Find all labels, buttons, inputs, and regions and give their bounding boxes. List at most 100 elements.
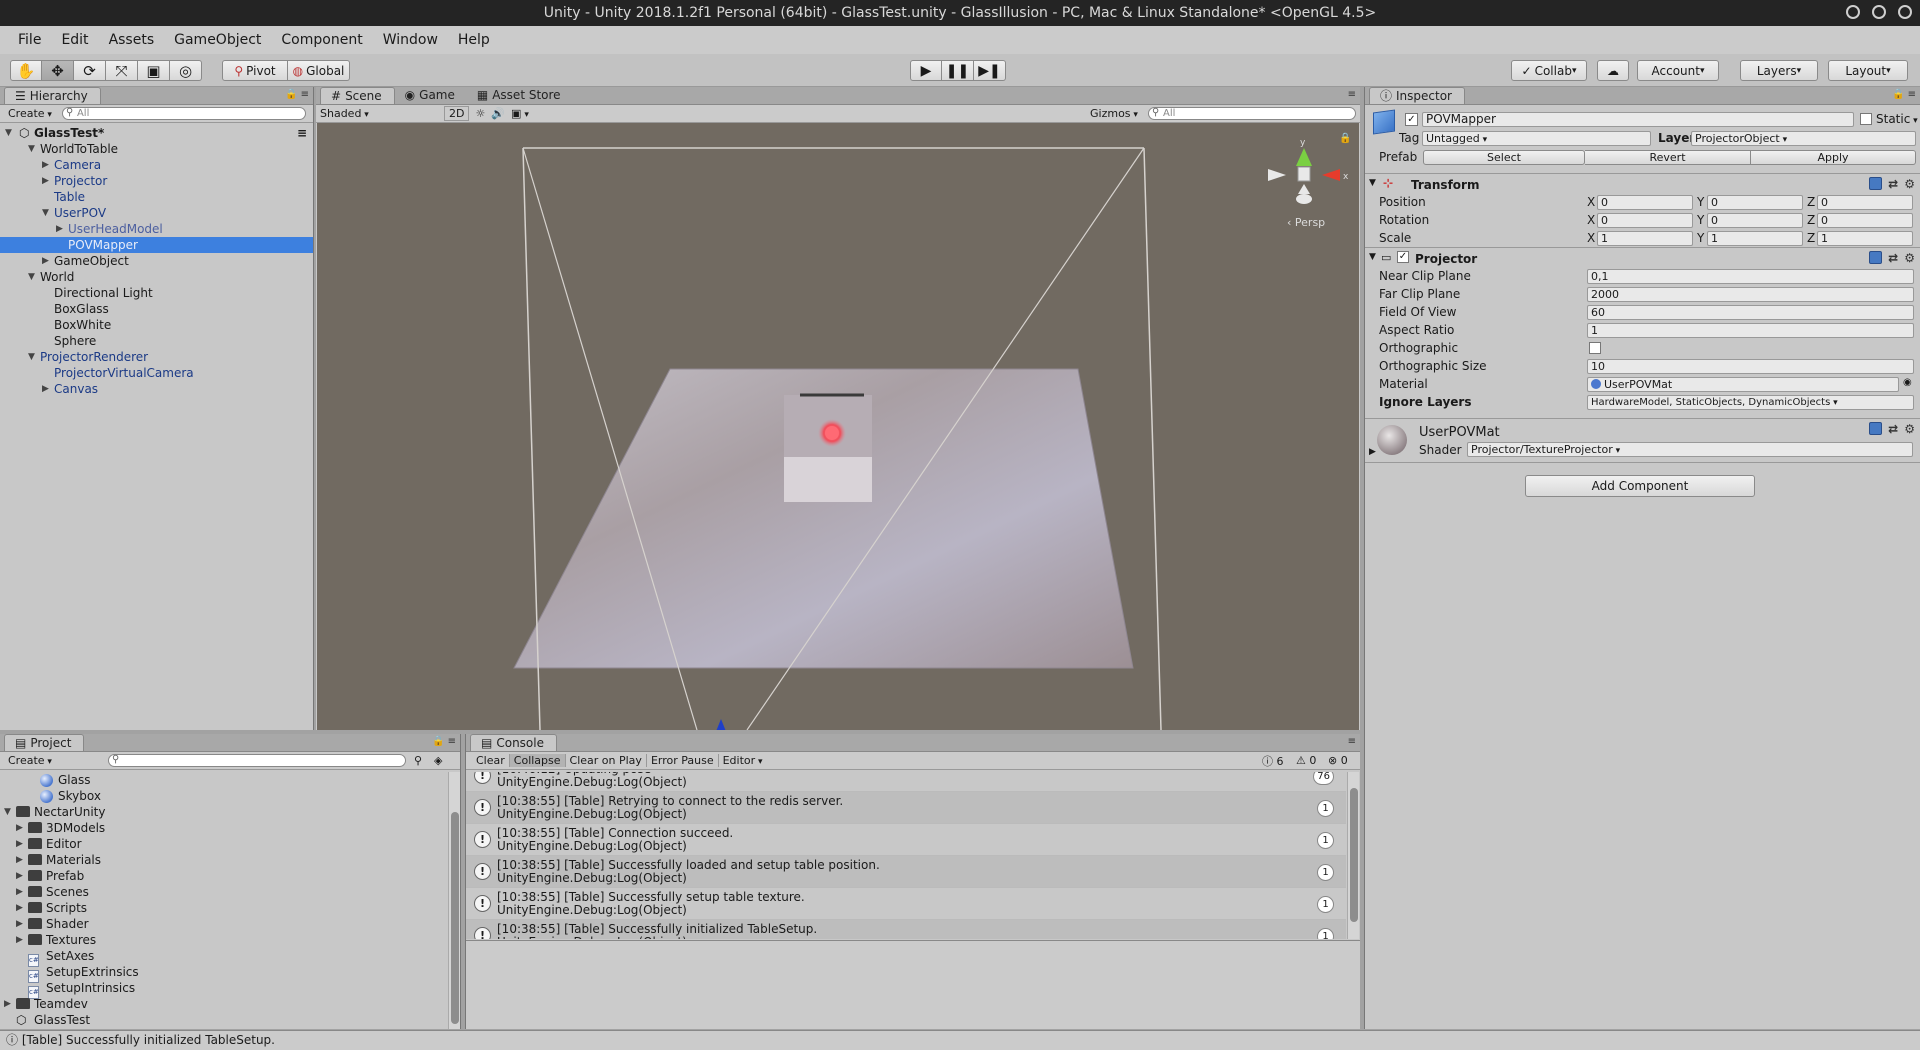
menu-component[interactable]: Component <box>271 32 372 48</box>
collapse-arrow-icon[interactable]: ▶ <box>16 916 23 932</box>
tab-console[interactable]: ▤ Console <box>470 734 557 751</box>
panel-menu-icon[interactable]: 🔒 ≡ <box>285 89 309 100</box>
info-filter-toggle[interactable]: ⓘ 6 <box>1262 753 1284 769</box>
error-filter-toggle[interactable]: ⊗ 0 <box>1328 754 1348 767</box>
console-entry[interactable]: ! [10:38:55] [Table] Successfully setup t… <box>466 888 1346 920</box>
error-pause-button[interactable]: Error Pause <box>647 754 719 767</box>
hierarchy-item[interactable]: ▶ Camera <box>0 157 313 173</box>
hierarchy-item[interactable]: ▶ UserHeadModel <box>0 221 313 237</box>
gizmos-dropdown[interactable]: Gizmos <box>1090 107 1138 120</box>
hierarchy-item[interactable]: Table <box>0 189 313 205</box>
tab-scene[interactable]: # Scene <box>320 87 395 104</box>
settings-gear-icon[interactable]: ⚙ <box>1904 177 1915 191</box>
hierarchy-item[interactable]: ▶ Projector <box>0 173 313 189</box>
filter-label-icon[interactable]: ◈ <box>434 754 442 767</box>
cloud-button[interactable]: ☁ <box>1597 60 1629 81</box>
panel-menu-icon[interactable]: ≡ <box>1348 89 1356 100</box>
collab-dropdown[interactable]: ✓ Collab <box>1511 60 1587 81</box>
object-name-field[interactable]: POVMapper <box>1422 112 1854 127</box>
scene-viewport[interactable]: y x ‹ Persp 🔒 <box>317 123 1359 730</box>
console-entry[interactable]: ! [10:38:55] [Table] Retrying to connect … <box>466 792 1346 824</box>
project-item[interactable]: ⬡ GlassTest <box>0 1012 450 1028</box>
filter-type-icon[interactable]: ⚲ <box>414 754 422 767</box>
console-entry[interactable]: ! [10:38:55] [Table] Successfully initial… <box>466 920 1346 939</box>
console-scrollbar[interactable] <box>1347 772 1359 939</box>
console-entry[interactable]: ![10:46:12] Updating poseUnityEngine.Deb… <box>466 772 1346 792</box>
near-clip-field[interactable]: 0,1 <box>1587 269 1914 284</box>
prefab-apply-button[interactable]: Apply <box>1751 150 1916 165</box>
project-item[interactable]: c# SetupExtrinsics <box>0 964 450 983</box>
panel-menu-icon[interactable]: ≡ <box>1348 736 1356 747</box>
expand-icon[interactable]: ▶ <box>1369 447 1376 457</box>
scale-field[interactable]: 1 <box>1597 231 1693 246</box>
layout-dropdown[interactable]: Layout <box>1828 60 1908 81</box>
collapse-arrow-icon[interactable]: ▶ <box>42 381 49 397</box>
persp-label[interactable]: ‹ Persp <box>1287 216 1325 229</box>
project-item[interactable]: ▶ Materials <box>0 852 450 868</box>
collapse-arrow-icon[interactable]: ▶ <box>4 996 11 1012</box>
project-item[interactable]: ▼ NectarUnity <box>0 804 450 820</box>
project-scrollbar[interactable] <box>448 772 460 1029</box>
warning-filter-toggle[interactable]: ⚠ 0 <box>1296 754 1316 767</box>
panel-menu-icon[interactable]: 🔒 ≡ <box>1892 89 1916 100</box>
project-item[interactable]: ▶ Editor <box>0 836 450 852</box>
collapse-arrow-icon[interactable]: ▶ <box>42 253 49 269</box>
hierarchy-item[interactable]: ▼ World <box>0 269 313 285</box>
project-item[interactable]: ▶ Scripts <box>0 900 450 916</box>
menu-file[interactable]: File <box>8 32 51 48</box>
menu-assets[interactable]: Assets <box>99 32 165 48</box>
hierarchy-item[interactable]: Sphere <box>0 333 313 349</box>
pause-button[interactable]: ❚❚ <box>942 60 974 81</box>
hierarchy-item[interactable]: BoxGlass <box>0 301 313 317</box>
hierarchy-item[interactable]: ▶ GameObject <box>0 253 313 269</box>
help-icon[interactable] <box>1869 251 1883 264</box>
hierarchy-item[interactable]: ▼ WorldToTable <box>0 141 313 157</box>
project-search-input[interactable] <box>108 754 406 767</box>
hierarchy-item[interactable]: Directional Light <box>0 285 313 301</box>
lock-icon[interactable]: 🔒 <box>1339 132 1351 144</box>
panel-menu-icon[interactable]: 🔒 ≡ <box>432 736 456 747</box>
collapse-arrow-icon[interactable]: ▶ <box>16 884 23 900</box>
console-entry[interactable]: ! [10:38:55] [Table] Connection succeed. U… <box>466 824 1346 856</box>
layers-dropdown[interactable]: Layers <box>1740 60 1818 81</box>
2d-toggle[interactable]: 2D <box>444 106 470 121</box>
effects-icon[interactable]: ▣ <box>511 107 529 120</box>
scale-field[interactable]: 1 <box>1817 231 1913 246</box>
minimize-button[interactable] <box>1846 5 1860 19</box>
create-button[interactable]: Create <box>4 107 56 120</box>
play-button[interactable]: ▶ <box>910 60 942 81</box>
transform-tool-button[interactable]: ◎ <box>170 60 202 81</box>
aspect-field[interactable]: 1 <box>1587 323 1914 338</box>
rotation-field[interactable]: 0 <box>1817 213 1913 228</box>
settings-gear-icon[interactable]: ⚙ <box>1904 251 1915 265</box>
transform-header[interactable]: ▼ ⊹ Transform ⇄ ⚙ <box>1365 173 1920 193</box>
step-button[interactable]: ▶❚ <box>974 60 1006 81</box>
tab-asset-store[interactable]: ▦ Asset Store <box>467 87 573 104</box>
static-dropdown[interactable]: Static <box>1876 112 1918 126</box>
rotation-field[interactable]: 0 <box>1597 213 1693 228</box>
hierarchy-item[interactable]: ProjectorVirtualCamera <box>0 365 313 381</box>
project-item[interactable]: ▶ 3DModels <box>0 820 450 836</box>
active-checkbox[interactable]: ✓ <box>1405 113 1418 126</box>
project-item[interactable]: ▶ Shader <box>0 916 450 932</box>
layer-dropdown[interactable]: ProjectorObject <box>1691 131 1916 146</box>
scene-search-input[interactable]: All <box>1148 107 1356 120</box>
position-field[interactable]: 0 <box>1817 195 1913 210</box>
tab-hierarchy[interactable]: ☰ Hierarchy <box>4 87 101 104</box>
expand-icon[interactable]: ▼ <box>42 205 49 221</box>
editor-dropdown[interactable]: Editor <box>719 754 767 767</box>
expand-icon[interactable]: ▼ <box>28 141 35 157</box>
hierarchy-item[interactable]: ▼ ProjectorRenderer <box>0 349 313 365</box>
move-tool-button[interactable]: ✥ <box>42 60 74 81</box>
hierarchy-item[interactable]: ▼ UserPOV <box>0 205 313 221</box>
preset-icon[interactable]: ⇄ <box>1888 422 1898 436</box>
ortho-size-field[interactable]: 10 <box>1587 359 1914 374</box>
collapse-arrow-icon[interactable]: ▶ <box>16 852 23 868</box>
menu-edit[interactable]: Edit <box>51 32 98 48</box>
object-picker-icon[interactable]: ◉ <box>1903 377 1912 388</box>
clear-button[interactable]: Clear <box>472 754 510 767</box>
console-detail-area[interactable] <box>466 940 1360 1029</box>
add-component-button[interactable]: Add Component <box>1525 475 1755 497</box>
ignore-layers-dropdown[interactable]: HardwareModel, StaticObjects, DynamicObj… <box>1587 395 1914 410</box>
expand-icon[interactable]: ▼ <box>28 269 35 285</box>
